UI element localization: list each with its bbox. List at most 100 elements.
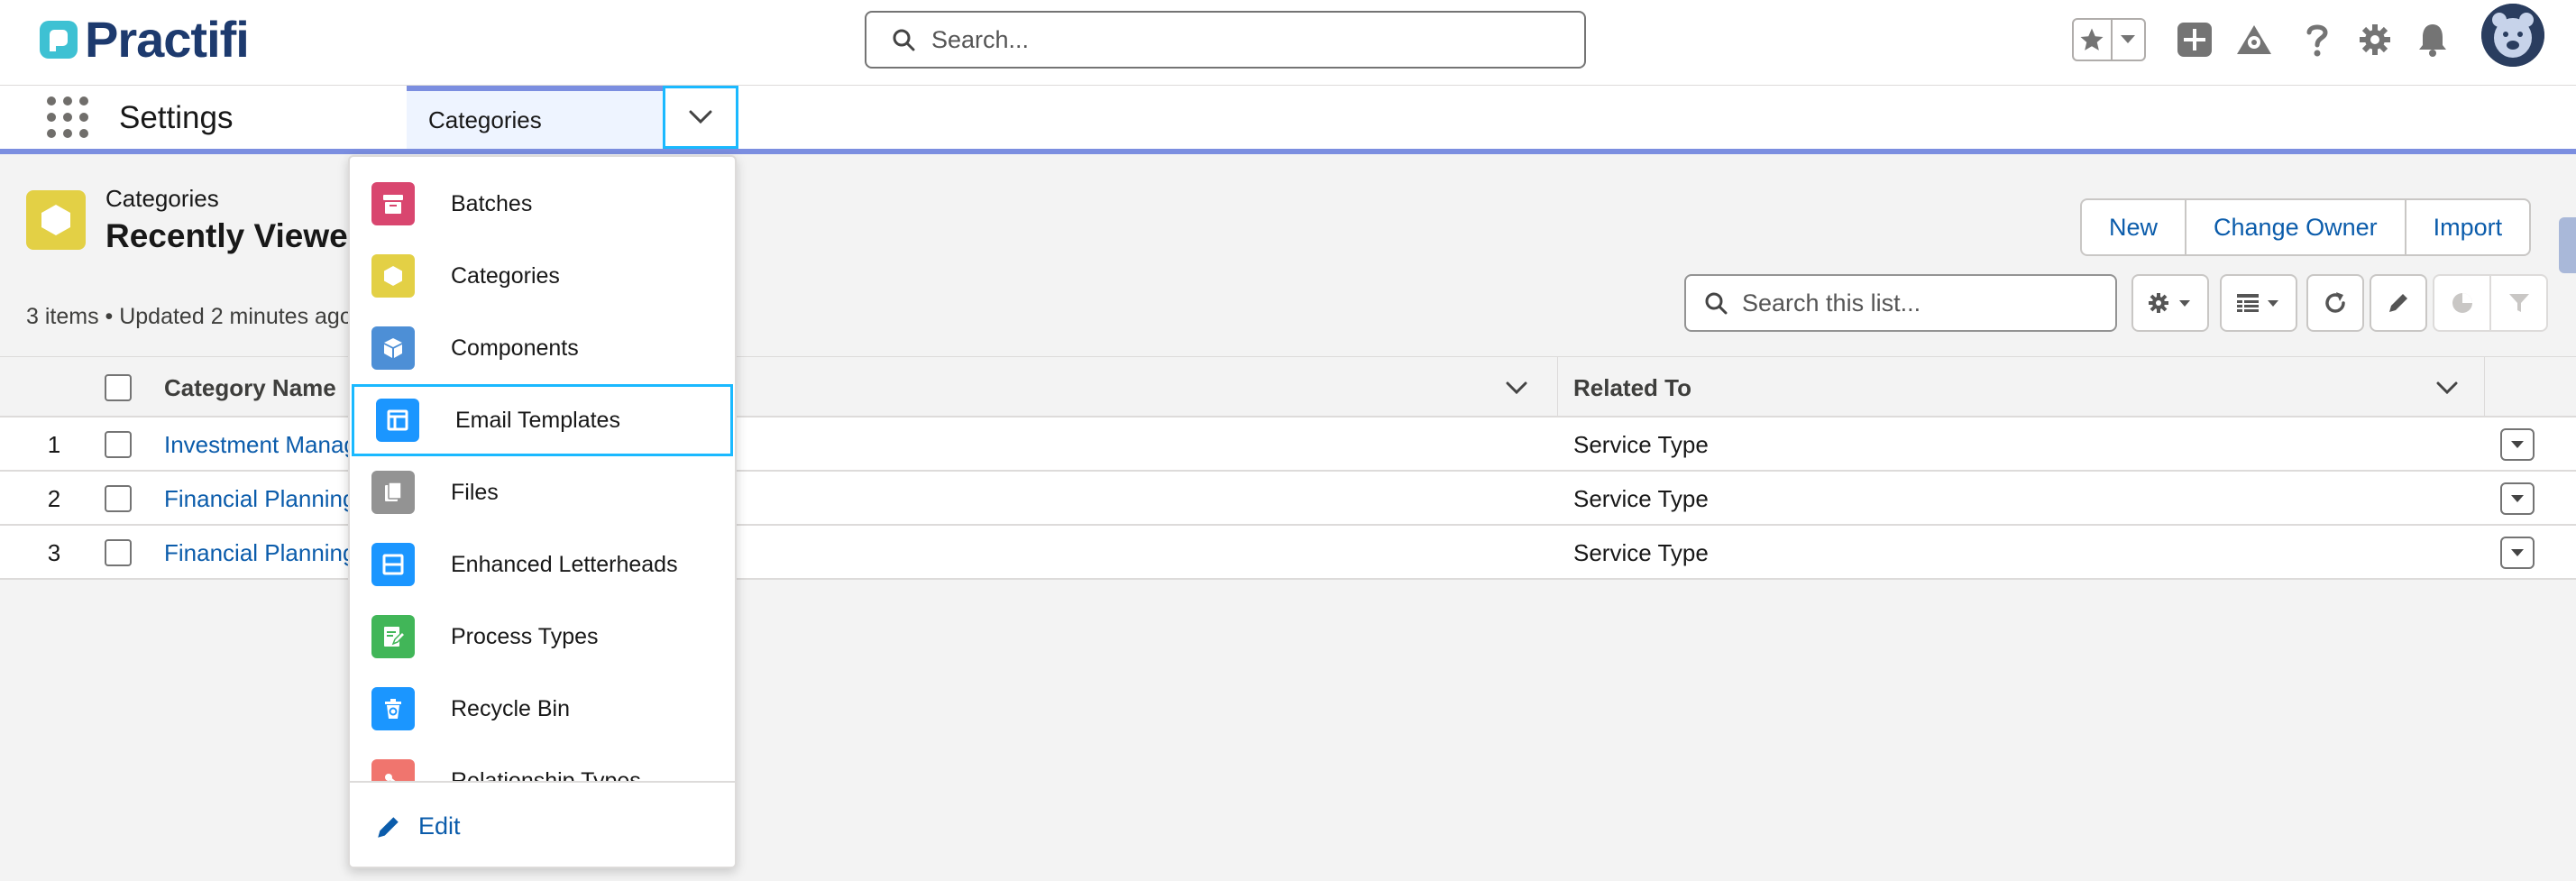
gear-icon [2149,293,2190,313]
global-header: Practifi [0,0,2576,86]
chart-filter-button-group [2433,274,2548,332]
favorites-button-group [2072,18,2146,61]
nav-dropdown-list: Batches Categories Components Email Temp… [350,157,735,781]
menu-item-process-types[interactable]: Process Types [350,601,735,673]
menu-item-categories[interactable]: Categories [350,240,735,312]
menu-item-files[interactable]: Files [350,456,735,528]
components-icon [371,326,415,370]
caret-down-icon [2511,549,2524,556]
menu-item-batches[interactable]: Batches [350,168,735,240]
list-view-controls-button[interactable] [2131,274,2209,332]
process-types-icon [371,615,415,658]
user-avatar[interactable] [2481,4,2544,67]
column-menu-category-name[interactable] [1506,357,1542,418]
row-checkbox[interactable] [105,485,132,512]
inline-edit-button[interactable] [2370,274,2427,332]
menu-item-label: Enhanced Letterheads [451,551,678,577]
app-name: Settings [119,100,234,135]
new-button[interactable]: New [2082,200,2187,254]
caret-down-icon [2511,441,2524,448]
object-label: Categories [105,185,219,212]
practifi-logo-mark-icon [40,21,78,59]
list-view-title[interactable]: Recently Viewed [105,217,368,255]
menu-item-label: Relationship Types [451,767,641,782]
related-to-cell: Service Type [1573,430,1709,458]
charts-button[interactable] [2434,276,2491,330]
app-launcher-icon[interactable] [47,96,88,138]
menu-item-label: Files [451,479,499,505]
change-owner-button[interactable]: Change Owner [2186,200,2406,254]
list-actions-button-group: New Change Owner Import [2080,198,2532,256]
chevron-down-icon [1506,381,1527,394]
row-actions-button[interactable] [2500,482,2535,515]
categories-object-icon [26,190,86,250]
display-as-table-button[interactable] [2220,274,2297,332]
row-checkbox-cell [105,418,132,472]
column-header-related-to[interactable]: Related To [1573,357,2430,418]
table-icon [2237,294,2278,312]
menu-item-email-templates[interactable]: Email Templates [352,384,733,456]
letterheads-icon [371,543,415,586]
refresh-icon [2325,292,2345,313]
refresh-button[interactable] [2306,274,2364,332]
side-panel-handle[interactable] [2559,217,2576,273]
category-name-link[interactable]: Financial Planning [164,526,355,580]
row-number: 3 [47,538,61,566]
global-search[interactable] [865,11,1586,69]
favorites-caret-icon[interactable] [2113,20,2144,60]
nav-dropdown-menu: Batches Categories Components Email Temp… [348,155,737,868]
email-templates-icon [376,399,419,442]
favorites-star-icon[interactable] [2074,20,2113,60]
row-checkbox-cell [105,472,132,526]
row-number: 2 [47,484,61,512]
caret-down-icon [2511,495,2524,502]
row-checkbox[interactable] [105,431,132,458]
menu-item-recycle-bin[interactable]: Recycle Bin [350,673,735,745]
select-all-checkbox[interactable] [105,374,132,401]
column-divider[interactable] [2484,357,2485,418]
menu-item-relationship-types[interactable]: Relationship Types [350,745,735,781]
related-to-cell: Service Type [1573,538,1709,566]
menu-item-components[interactable]: Components [350,312,735,384]
filters-button[interactable] [2491,276,2546,330]
files-icon [371,471,415,514]
practifi-logo[interactable]: Practifi [38,13,250,67]
menu-item-label: Categories [451,262,560,289]
search-icon [1705,292,1728,315]
import-button[interactable]: Import [2406,200,2530,254]
column-header-label: Category Name [164,373,336,401]
menu-item-enhanced-letterheads[interactable]: Enhanced Letterheads [350,528,735,601]
relationship-types-icon [371,759,415,781]
row-number: 1 [47,430,61,458]
row-actions-button[interactable] [2500,537,2535,569]
select-all-checkbox-cell [105,357,132,418]
chevron-down-icon [689,110,712,124]
pie-chart-icon [2452,293,2472,313]
recycle-bin-icon [371,687,415,730]
global-search-input[interactable] [931,25,1545,54]
setup-gear-icon[interactable] [2351,16,2398,63]
nav-tab-categories[interactable]: Categories [407,86,664,149]
help-icon[interactable] [2294,16,2341,63]
menu-item-label: Components [451,335,579,361]
related-to-cell: Service Type [1573,484,1709,512]
menu-item-label: Batches [451,190,533,216]
trailhead-icon[interactable] [2231,16,2278,63]
pencil-icon [2389,294,2407,312]
row-actions-button[interactable] [2500,428,2535,461]
column-divider[interactable] [1557,357,1558,418]
notifications-bell-icon[interactable] [2409,16,2456,63]
edit-nav-items-link[interactable]: Edit [350,781,735,867]
column-menu-related-to[interactable] [2436,357,2472,418]
list-search[interactable] [1684,274,2117,332]
search-icon [893,29,915,51]
row-checkbox[interactable] [105,539,132,566]
category-name-link[interactable]: Financial Planning [164,472,355,526]
nav-dropdown-button[interactable] [663,86,738,149]
list-meta-info: 3 items • Updated 2 minutes ago [26,304,353,329]
list-search-input[interactable] [1742,289,2103,317]
filter-icon [2508,294,2529,312]
global-add-icon[interactable] [2171,16,2218,63]
edit-label: Edit [418,812,461,840]
categories-icon [371,254,415,298]
